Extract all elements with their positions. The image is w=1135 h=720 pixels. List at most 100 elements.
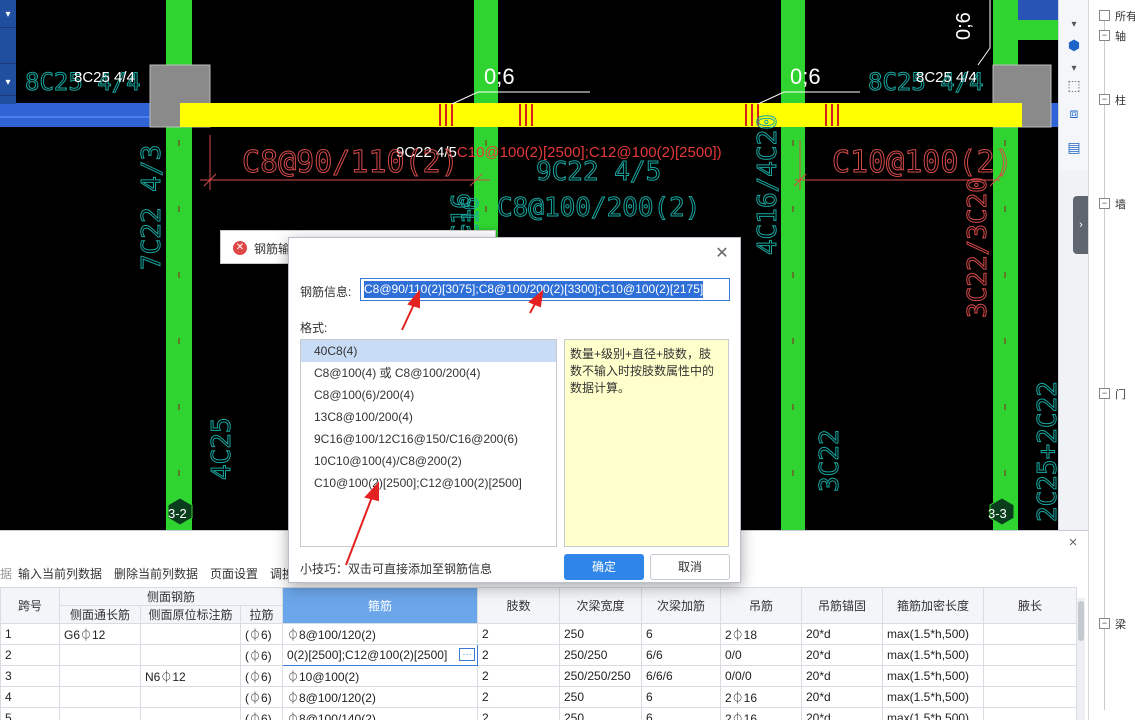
cell-side-through[interactable]: [59, 644, 141, 666]
dropdown-arrow-icon[interactable]: ▾: [0, 2, 16, 28]
cell-haunch[interactable]: [983, 686, 1077, 708]
tree-expander-icon[interactable]: −: [1099, 388, 1110, 399]
cube-icon[interactable]: ⬢: [1063, 34, 1085, 56]
tree-expander-icon[interactable]: −: [1099, 30, 1110, 41]
table-row[interactable]: 2 (⏀6) 0(2)[2500];C12@100(2)[2500] ··· 2 250/…: [0, 644, 1077, 666]
delete-column-data-button[interactable]: 删除当前列数据: [114, 565, 198, 582]
cell-hanger-anchor[interactable]: 20*d: [801, 623, 883, 645]
format-item[interactable]: 13C8@100/200(4): [301, 406, 556, 428]
rebar-info-value[interactable]: C8@90/110(2)[3075];C8@100/200(2)[3300];C…: [364, 281, 704, 298]
format-item[interactable]: 10C10@100(4)/C8@200(2): [301, 450, 556, 472]
cell-tie-bar[interactable]: (⏀6): [240, 665, 283, 687]
cell-sec-rebar[interactable]: 6/6: [641, 644, 721, 666]
cell-hanger-anchor[interactable]: 20*d: [801, 707, 883, 720]
cell-legs[interactable]: 2: [477, 686, 560, 708]
cell-legs[interactable]: 2: [477, 665, 560, 687]
cancel-button[interactable]: 取消: [650, 554, 730, 580]
cell-tie-bar[interactable]: (⏀6): [240, 686, 283, 708]
table-row[interactable]: 5 (⏀6) ⏀8@100/140(2) 2 250 6 2⏀16 20*d max(1.5*h…: [0, 707, 1077, 720]
cell-dense-length[interactable]: max(1.5*h,500): [882, 707, 984, 720]
header-secondary-beam-rebar[interactable]: 次梁加筋: [641, 587, 721, 624]
cell-sec-rebar[interactable]: 6/6/6: [641, 665, 721, 687]
cell-sec-width[interactable]: 250/250/250: [559, 665, 642, 687]
table-row[interactable]: 1 G6⏀12 (⏀6) ⏀8@100/120(2) 2 250 6 2⏀18 20*d max(…: [0, 623, 1077, 645]
cell-tie-bar[interactable]: (⏀6): [240, 707, 283, 720]
rebar-info-input[interactable]: C8@90/110(2)[3075];C8@100/200(2)[3300];C…: [360, 278, 730, 301]
close-icon[interactable]: ×: [1066, 535, 1080, 550]
close-icon[interactable]: ✕: [714, 246, 730, 262]
report-icon[interactable]: ▤: [1063, 136, 1085, 158]
tree-expander-icon[interactable]: −: [1099, 618, 1110, 629]
cell-side-in-situ[interactable]: [140, 644, 241, 666]
cell-side-through[interactable]: [59, 707, 141, 720]
cell-sec-width[interactable]: 250/250: [559, 644, 642, 666]
tree-checkbox[interactable]: [1099, 10, 1110, 21]
header-hanger[interactable]: 吊筋: [720, 587, 802, 624]
format-item[interactable]: C8@100(6)/200(4): [301, 384, 556, 406]
cell-hanger-anchor[interactable]: 20*d: [801, 665, 883, 687]
cell-side-through[interactable]: [59, 686, 141, 708]
cell-stirrup[interactable]: ⏀10@100(2): [282, 665, 478, 687]
cell-tie-bar[interactable]: (⏀6): [240, 623, 283, 645]
select-3d-icon[interactable]: ⧈: [1063, 102, 1085, 124]
cell-sec-width[interactable]: 250: [559, 707, 642, 720]
cell-haunch[interactable]: [983, 644, 1077, 666]
header-tie-bar[interactable]: 拉筋: [240, 605, 283, 624]
format-list[interactable]: 40C8(4) C8@100(4) 或 C8@100/200(4) C8@100…: [300, 339, 557, 547]
tree-item-label[interactable]: 墙: [1115, 196, 1126, 212]
header-dense-length[interactable]: 箍筋加密长度: [882, 587, 984, 624]
cell-legs[interactable]: 2: [477, 644, 560, 666]
cell-tie-bar[interactable]: (⏀6): [240, 644, 283, 666]
cell-hanger[interactable]: 2⏀16: [720, 707, 802, 720]
cell-side-in-situ[interactable]: N6⏀12: [140, 665, 241, 687]
cell-hanger[interactable]: 0/0/0: [720, 665, 802, 687]
cell-legs[interactable]: 2: [477, 707, 560, 720]
format-item[interactable]: C8@100(4) 或 C8@100/200(4): [301, 362, 556, 384]
select-region-icon[interactable]: ⬚: [1063, 74, 1085, 96]
cell-dense-length[interactable]: max(1.5*h,500): [882, 665, 984, 687]
tree-item-label[interactable]: 梁: [1115, 616, 1126, 632]
cell-sec-width[interactable]: 250: [559, 623, 642, 645]
header-side-in-situ-rebar[interactable]: 侧面原位标注筋: [140, 605, 241, 624]
cell-span-no[interactable]: 2: [0, 644, 60, 666]
cell-stirrup[interactable]: ⏀8@100/140(2): [282, 707, 478, 720]
cell-span-no[interactable]: 1: [0, 623, 60, 645]
cell-sec-width[interactable]: 250: [559, 686, 642, 708]
tree-item-label[interactable]: 所有: [1115, 8, 1135, 24]
cell-span-no[interactable]: 5: [0, 707, 60, 720]
table-scrollbar[interactable]: [1077, 598, 1085, 720]
dropdown-arrow-icon[interactable]: ▾: [0, 70, 16, 96]
cell-hanger[interactable]: 2⏀16: [720, 686, 802, 708]
tree-expander-icon[interactable]: −: [1099, 94, 1110, 105]
cell-side-through[interactable]: G6⏀12: [59, 623, 141, 645]
header-stirrup[interactable]: 箍筋: [282, 587, 478, 624]
page-setup-button[interactable]: 页面设置: [210, 565, 258, 582]
header-secondary-beam-width[interactable]: 次梁宽度: [559, 587, 642, 624]
cell-sec-rebar[interactable]: 6: [641, 686, 721, 708]
tree-item-label[interactable]: 柱: [1115, 92, 1126, 108]
ok-button[interactable]: 确定: [564, 554, 644, 580]
cell-side-in-situ[interactable]: [140, 707, 241, 720]
tree-expander-icon[interactable]: −: [1099, 198, 1110, 209]
cell-hanger[interactable]: 0/0: [720, 644, 802, 666]
input-column-data-button[interactable]: 输入当前列数据: [18, 565, 102, 582]
cell-sec-rebar[interactable]: 6: [641, 623, 721, 645]
cell-span-no[interactable]: 4: [0, 686, 60, 708]
cell-haunch[interactable]: [983, 623, 1077, 645]
cell-stirrup[interactable]: 0(2)[2500];C12@100(2)[2500] ···: [282, 644, 478, 666]
cell-side-in-situ[interactable]: [140, 686, 241, 708]
cell-hanger-anchor[interactable]: 20*d: [801, 644, 883, 666]
cell-side-in-situ[interactable]: [140, 623, 241, 645]
tree-item-label[interactable]: 门: [1115, 386, 1126, 402]
cell-dense-length[interactable]: max(1.5*h,500): [882, 686, 984, 708]
header-legs[interactable]: 肢数: [477, 587, 560, 624]
header-haunch-length[interactable]: 腋长: [983, 587, 1077, 624]
ellipsis-button-icon[interactable]: ···: [459, 648, 475, 661]
header-span-no[interactable]: 跨号: [0, 587, 60, 624]
format-item[interactable]: C10@100(2)[2500];C12@100(2)[2500]: [301, 472, 556, 494]
table-row[interactable]: 3 N6⏀12 (⏀6) ⏀10@100(2) 2 250/250/250 6/6/6 0/0…: [0, 665, 1077, 687]
cell-sec-rebar[interactable]: 6: [641, 707, 721, 720]
cell-hanger[interactable]: 2⏀18: [720, 623, 802, 645]
cell-legs[interactable]: 2: [477, 623, 560, 645]
format-item[interactable]: 9C16@100/12C16@150/C16@200(6): [301, 428, 556, 450]
